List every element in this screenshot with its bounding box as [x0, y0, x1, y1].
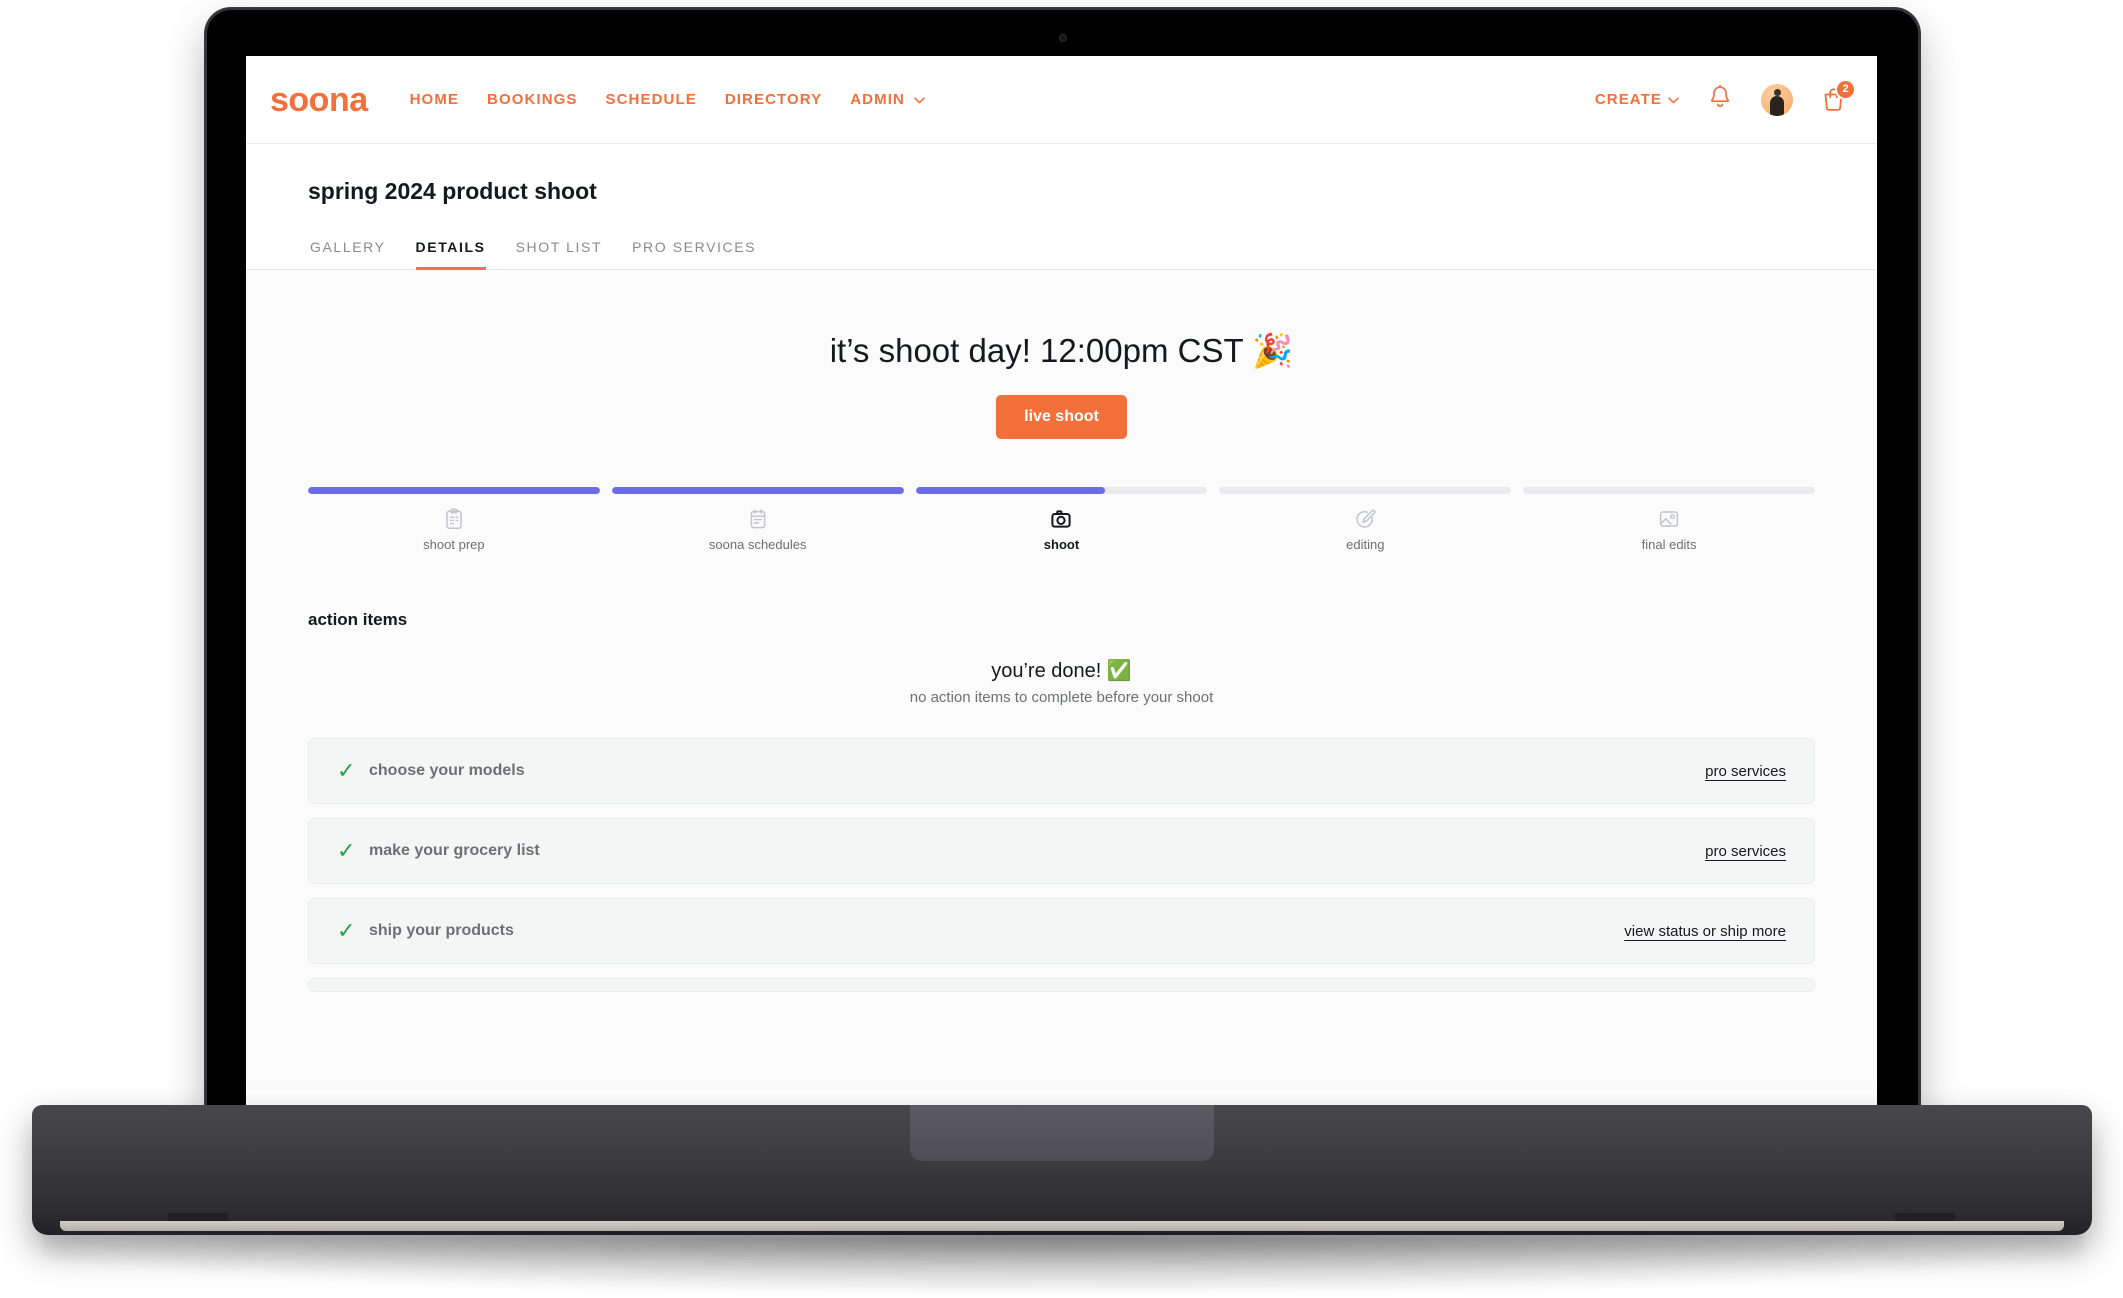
cart-button[interactable]: 2 — [1819, 78, 1856, 116]
nav-item-bookings[interactable]: BOOKINGS — [487, 91, 577, 108]
shopping-bag-icon — [1819, 87, 1851, 120]
details-panel: it’s shoot day! 12:00pm CST 🎉 live shoot — [246, 270, 1877, 1090]
step-progress-bar — [915, 487, 1208, 494]
chevron-down-icon — [914, 95, 926, 107]
step-label: soona schedules — [708, 537, 807, 552]
action-items-empty-state: you’re done! ✅ no action items to comple… — [246, 658, 1877, 706]
primary-nav: HOME BOOKINGS SCHEDULE DIRECTORY ADMIN — [410, 91, 926, 108]
nav-utilities: CREATE 2 — [1595, 78, 1856, 116]
tab-pro-services[interactable]: PRO SERVICES — [632, 239, 756, 270]
check-icon: ✓ — [337, 918, 356, 943]
nav-item-home[interactable]: HOME — [410, 91, 459, 108]
nav-item-schedule[interactable]: SCHEDULE — [606, 91, 697, 108]
nav-item-home-label: HOME — [409, 91, 460, 108]
laptop-base-notch — [910, 1105, 1214, 1161]
avatar[interactable] — [1761, 83, 1793, 116]
action-item-row-grocery-list[interactable]: ✓ make your grocery list pro services — [308, 818, 1815, 884]
step-shoot[interactable]: shoot — [915, 487, 1208, 552]
calendar-icon — [747, 508, 769, 530]
action-item-label: ship your products — [369, 922, 514, 939]
camera-icon — [1050, 508, 1072, 530]
image-icon — [1658, 508, 1680, 530]
laptop-mockup: soona HOME BOOKINGS SCHEDULE DIRECTORY A… — [0, 0, 2123, 1298]
step-label: shoot prep — [423, 537, 485, 552]
action-item-row-partial[interactable] — [308, 978, 1815, 992]
nav-item-directory-label: DIRECTORY — [724, 91, 823, 108]
check-icon: ✓ — [337, 758, 356, 783]
shoot-day-hero: it’s shoot day! 12:00pm CST 🎉 live shoot — [246, 270, 1877, 439]
tab-shot-list[interactable]: SHOT LIST — [516, 239, 603, 270]
progress-stepper: shoot prep soona schedules shoot editing… — [308, 487, 1815, 552]
step-label: final edits — [1641, 537, 1697, 552]
clipboard-icon — [443, 508, 465, 530]
action-item-label: make your grocery list — [369, 842, 540, 859]
tab-gallery[interactable]: GALLERY — [310, 239, 386, 270]
browser-screen: soona HOME BOOKINGS SCHEDULE DIRECTORY A… — [246, 56, 1877, 1118]
step-progress-bar — [308, 487, 600, 494]
bell-icon — [1708, 84, 1732, 115]
soona-logo[interactable]: soona — [270, 83, 368, 117]
top-navbar: soona HOME BOOKINGS SCHEDULE DIRECTORY A… — [246, 56, 1877, 144]
step-progress-bar — [1523, 487, 1815, 494]
check-icon: ✓ — [337, 838, 356, 863]
tab-details[interactable]: DETAILS — [415, 239, 486, 270]
nav-item-schedule-label: SCHEDULE — [605, 91, 697, 108]
step-progress-bar — [611, 487, 904, 494]
action-item-link[interactable]: pro services — [1705, 763, 1786, 780]
action-items-list: ✓ choose your models pro services ✓ make… — [308, 738, 1815, 992]
action-item-link[interactable]: pro services — [1705, 843, 1786, 860]
page-title: spring 2024 product shoot — [308, 178, 597, 204]
step-progress-bar — [1219, 487, 1512, 494]
nav-item-admin-label: ADMIN — [850, 91, 905, 108]
laptop-base-lip — [60, 1221, 2064, 1231]
done-title: you’re done! ✅ — [991, 660, 1132, 682]
webcam-icon — [1058, 34, 1067, 42]
cart-badge: 2 — [1835, 78, 1856, 100]
nav-item-bookings-label: BOOKINGS — [487, 91, 578, 108]
step-soona-schedules[interactable]: soona schedules — [611, 487, 904, 552]
chevron-down-icon — [1668, 91, 1679, 108]
edit-pencil-icon — [1354, 508, 1376, 530]
create-menu-label: CREATE — [1594, 91, 1662, 108]
action-item-link[interactable]: view status or ship more — [1624, 923, 1786, 940]
action-item-label: choose your models — [369, 762, 525, 779]
step-shoot-prep[interactable]: shoot prep — [308, 487, 600, 552]
action-item-row-choose-models[interactable]: ✓ choose your models pro services — [308, 738, 1815, 804]
shoot-day-title: it’s shoot day! 12:00pm CST 🎉 — [829, 332, 1294, 369]
done-subtitle: no action items to complete before your … — [909, 689, 1214, 706]
nav-item-admin[interactable]: ADMIN — [850, 91, 926, 108]
live-shoot-button[interactable]: live shoot — [996, 395, 1127, 439]
action-item-row-ship-products[interactable]: ✓ ship your products view status or ship… — [308, 898, 1815, 964]
step-label: editing — [1346, 537, 1385, 552]
tab-bar: GALLERY DETAILS SHOT LIST PRO SERVICES — [246, 205, 1877, 270]
step-label: shoot — [1043, 537, 1080, 552]
nav-item-directory[interactable]: DIRECTORY — [725, 91, 822, 108]
laptop-shadow — [42, 1233, 2082, 1291]
create-menu-button[interactable]: CREATE — [1595, 91, 1679, 108]
step-editing[interactable]: editing — [1219, 487, 1512, 552]
notifications-button[interactable] — [1705, 84, 1735, 115]
page-header: spring 2024 product shoot — [246, 144, 1877, 205]
laptop-base — [32, 1105, 2092, 1235]
step-final-edits[interactable]: final edits — [1523, 487, 1815, 552]
action-items-title: action items — [308, 610, 408, 629]
app-page: soona HOME BOOKINGS SCHEDULE DIRECTORY A… — [246, 56, 1877, 1118]
